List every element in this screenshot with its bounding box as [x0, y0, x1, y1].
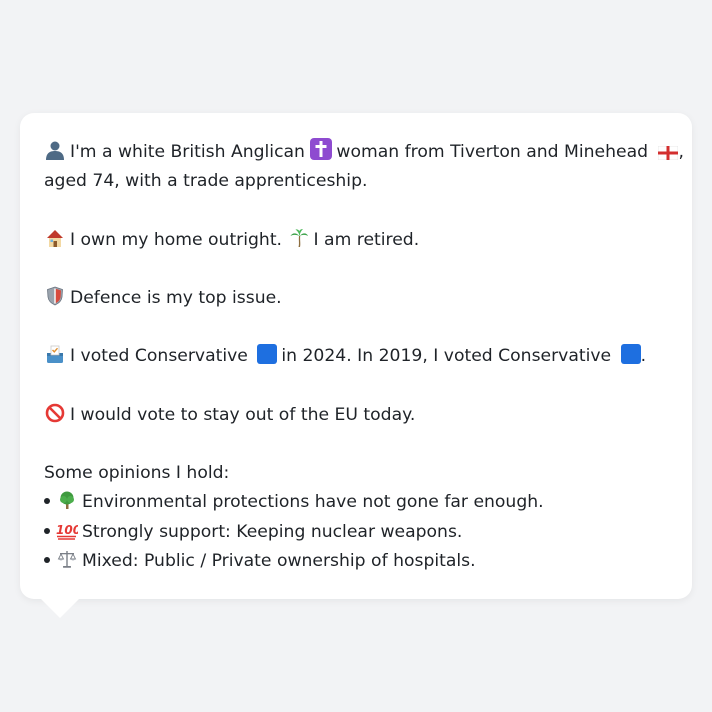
home-text: I own my home outright. [70, 229, 283, 250]
prohibited-icon [44, 403, 66, 423]
opinion-text: Mixed: Public / Private ownership of hos… [82, 550, 476, 571]
age-line: aged 74, with a trade apprenticeship. [44, 171, 368, 192]
identity-line: I'm a white British Anglican woman from … [44, 138, 684, 167]
ballot-box-icon [44, 344, 66, 364]
opinion-text: Strongly support: Keeping nuclear weapon… [82, 521, 463, 542]
speech-bubble-tail [40, 598, 80, 618]
vote-line: I voted Conservative in 2024. In 2019, I… [44, 342, 668, 371]
blue-square-icon [257, 344, 278, 365]
svg-text:100: 100 [56, 523, 78, 537]
opinion-item: 100 Strongly support: Keeping nuclear we… [44, 518, 668, 547]
balance-scale-icon [56, 549, 78, 569]
identity-text-a: I'm a white British Anglican [70, 142, 305, 162]
deciduous-tree-icon [56, 490, 78, 510]
opinion-text: Environmental protections have not gone … [82, 492, 544, 513]
issue-line: Defence is my top issue. [44, 284, 668, 313]
opinion-item: Environmental protections have not gone … [44, 488, 668, 517]
vote-text-a: I voted Conservative [70, 346, 248, 367]
palm-tree-icon [288, 228, 310, 248]
house-icon [44, 228, 66, 248]
shield-icon [44, 286, 66, 306]
bullet [44, 556, 50, 563]
bullet [44, 498, 50, 505]
retired-text: I am retired. [313, 229, 420, 250]
issue-text: Defence is my top issue. [70, 287, 282, 308]
opinion-item: Mixed: Public / Private ownership of hos… [44, 547, 668, 576]
person-silhouette-icon [44, 140, 66, 160]
bullet [44, 527, 50, 534]
identity-text-b: woman from Tiverton and Minehead [336, 142, 649, 162]
blue-square-icon [620, 344, 641, 365]
eu-line: I would vote to stay out of the EU today… [44, 401, 668, 430]
england-flag-icon [657, 145, 679, 165]
vote-text-b: in 2024. In 2019, I voted Conservative [281, 346, 612, 367]
home-line: I own my home outright. I am retired. [44, 226, 668, 255]
hundred-points-icon: 100 [56, 520, 81, 540]
persona-card: I'm a white British Anglican woman from … [20, 113, 692, 599]
vote-period: . [640, 346, 647, 367]
latin-cross-icon [310, 138, 333, 160]
opinions-heading: Some opinions I hold: [44, 463, 230, 484]
identity-comma: , [678, 142, 684, 162]
eu-text: I would vote to stay out of the EU today… [70, 404, 416, 425]
